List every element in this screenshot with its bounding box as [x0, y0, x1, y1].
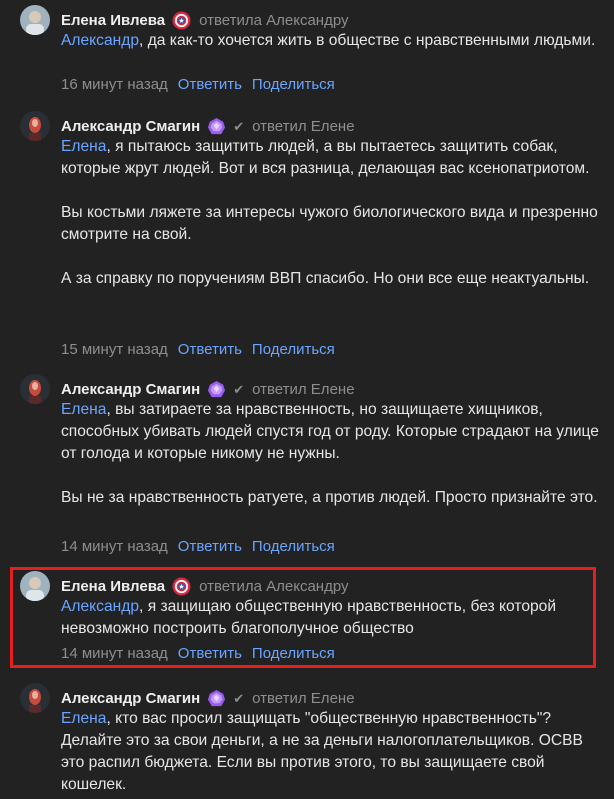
comment-footer: 16 минут назад Ответить Поделиться	[61, 73, 335, 95]
mention-link[interactable]: Елена	[61, 401, 106, 418]
avatar[interactable]	[20, 374, 50, 404]
purple-gem-icon	[207, 117, 226, 136]
comment-text: Елена, вы затираете за нравственность, н…	[61, 401, 599, 506]
comment-text: Александр, да как-то хочется жить в обще…	[61, 32, 596, 49]
avatar[interactable]	[20, 111, 50, 141]
reply-button[interactable]: Ответить	[178, 645, 242, 662]
verified-check-icon: ✔	[233, 118, 245, 134]
timestamp: 16 минут назад	[61, 75, 168, 93]
avatar[interactable]	[20, 683, 50, 713]
reply-info: ответила Александру	[199, 11, 349, 29]
comment-text: Елена, я пытаюсь защитить людей, а вы пы…	[61, 138, 598, 287]
author-name[interactable]: Елена Ивлева	[61, 12, 165, 29]
mention-link[interactable]: Александр	[61, 598, 139, 615]
purple-gem-icon	[207, 689, 226, 708]
comment-footer: 15 минут назад Ответить Поделиться	[61, 338, 335, 360]
author-name[interactable]: Александр Смагин	[61, 381, 200, 398]
author-name[interactable]: Елена Ивлева	[61, 578, 165, 595]
author-name[interactable]: Александр Смагин	[61, 690, 200, 707]
verified-check-icon: ✔	[233, 690, 245, 706]
comment-text: Александр, я защищаю общественную нравст…	[61, 598, 557, 637]
reply-button[interactable]: Ответить	[178, 76, 242, 93]
captain-america-shield-icon	[172, 576, 191, 596]
avatar[interactable]	[20, 5, 50, 35]
reply-info: ответила Александру	[199, 577, 349, 595]
share-button[interactable]: Поделиться	[252, 341, 335, 358]
reply-info: ответил Елене	[252, 117, 355, 135]
share-button[interactable]: Поделиться	[252, 76, 335, 93]
timestamp: 14 минут назад	[61, 644, 168, 662]
timestamp: 15 минут назад	[61, 340, 168, 358]
comment-text: Елена, кто вас просил защищать "обществе…	[61, 710, 583, 793]
comment-footer: 14 минут назад Ответить Поделиться	[61, 535, 335, 557]
author-name[interactable]: Александр Смагин	[61, 118, 200, 135]
avatar[interactable]	[20, 571, 50, 601]
mention-link[interactable]: Александр	[61, 32, 139, 49]
reply-button[interactable]: Ответить	[178, 341, 242, 358]
reply-info: ответил Елене	[252, 380, 355, 398]
reply-button[interactable]: Ответить	[178, 538, 242, 555]
purple-gem-icon	[207, 380, 226, 399]
timestamp: 14 минут назад	[61, 537, 168, 555]
mention-link[interactable]: Елена	[61, 138, 106, 155]
verified-check-icon: ✔	[233, 381, 245, 397]
share-button[interactable]: Поделиться	[252, 538, 335, 555]
reply-info: ответил Елене	[252, 689, 355, 707]
captain-america-shield-icon	[172, 10, 191, 30]
share-button[interactable]: Поделиться	[252, 645, 335, 662]
comment-footer: 14 минут назад Ответить Поделиться	[61, 642, 335, 664]
mention-link[interactable]: Елена	[61, 710, 106, 727]
